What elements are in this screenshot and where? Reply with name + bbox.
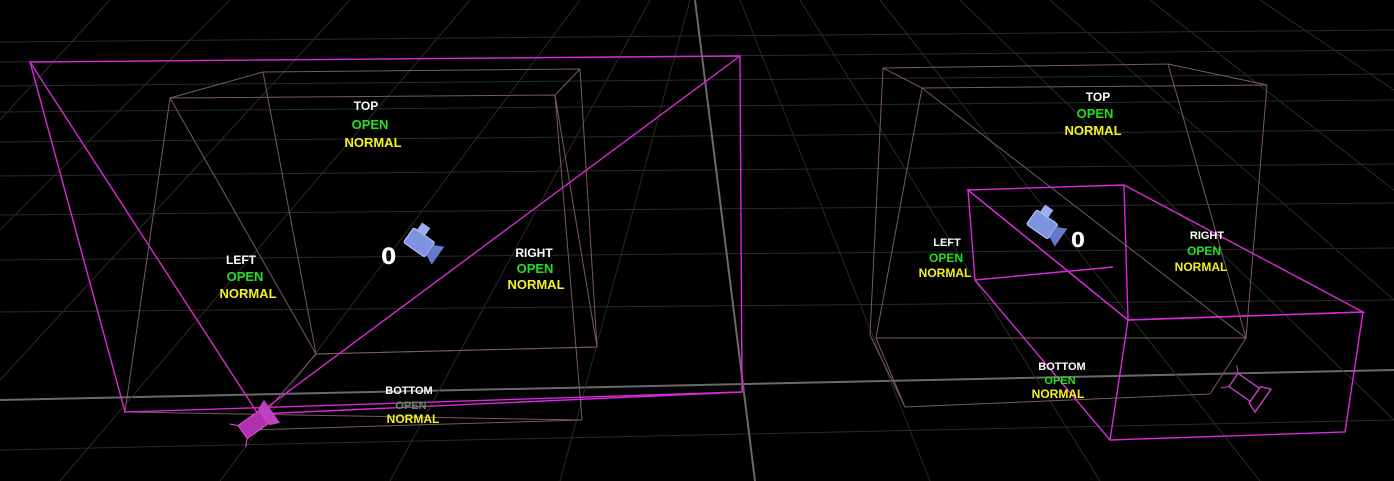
side-mode: NORMAL xyxy=(219,286,276,301)
side-state: OPEN xyxy=(1077,106,1114,121)
camera-icon[interactable] xyxy=(402,220,448,265)
side-label-right: RIGHT OPEN NORMAL xyxy=(1175,230,1228,274)
side-state: OPEN xyxy=(1044,375,1075,387)
side-mode: NORMAL xyxy=(1032,387,1085,401)
side-mode: NORMAL xyxy=(344,135,401,150)
side-name: LEFT xyxy=(933,237,961,249)
side-state: OPEN xyxy=(227,269,264,284)
side-mode: NORMAL xyxy=(1175,260,1228,274)
side-name: BOTTOM xyxy=(1038,361,1085,373)
room-right[interactable]: 0 TOP OPEN NORMAL LEFT OPEN NORMAL RIGHT… xyxy=(869,63,1366,441)
side-name: TOP xyxy=(354,99,378,113)
light-volume-left xyxy=(29,55,743,415)
editor-viewport[interactable]: 0 TOP OPEN NORMAL LEFT OPEN NORMAL RIGHT… xyxy=(0,0,1394,481)
side-mode: NORMAL xyxy=(919,266,972,280)
side-label-bottom: BOTTOM OPEN NORMAL xyxy=(1032,361,1086,401)
side-name: LEFT xyxy=(226,253,257,267)
side-label-top: TOP OPEN NORMAL xyxy=(1064,90,1121,138)
side-name: TOP xyxy=(1086,90,1110,104)
side-state: OPEN xyxy=(517,261,554,276)
camera-icon[interactable] xyxy=(1025,202,1071,247)
side-state: OPEN xyxy=(395,400,426,412)
side-state: OPEN xyxy=(352,117,389,132)
side-label-right: RIGHT OPEN NORMAL xyxy=(507,246,564,292)
side-name: RIGHT xyxy=(1190,230,1225,242)
side-mode: NORMAL xyxy=(387,412,440,426)
camera-counter: 0 xyxy=(1071,228,1085,252)
scene-canvas[interactable]: 0 TOP OPEN NORMAL LEFT OPEN NORMAL RIGHT… xyxy=(0,0,1394,481)
side-mode: NORMAL xyxy=(1064,123,1121,138)
side-state: OPEN xyxy=(929,251,963,265)
room-left[interactable]: 0 TOP OPEN NORMAL LEFT OPEN NORMAL RIGHT… xyxy=(29,55,743,448)
side-label-left: LEFT OPEN NORMAL xyxy=(919,237,972,280)
side-name: BOTTOM xyxy=(385,385,432,397)
side-mode: NORMAL xyxy=(507,277,564,292)
side-label-left: LEFT OPEN NORMAL xyxy=(219,253,276,301)
side-state: OPEN xyxy=(1187,244,1221,258)
side-label-top: TOP OPEN NORMAL xyxy=(344,99,401,150)
camera-counter: 0 xyxy=(381,245,396,270)
side-name: RIGHT xyxy=(515,246,553,260)
